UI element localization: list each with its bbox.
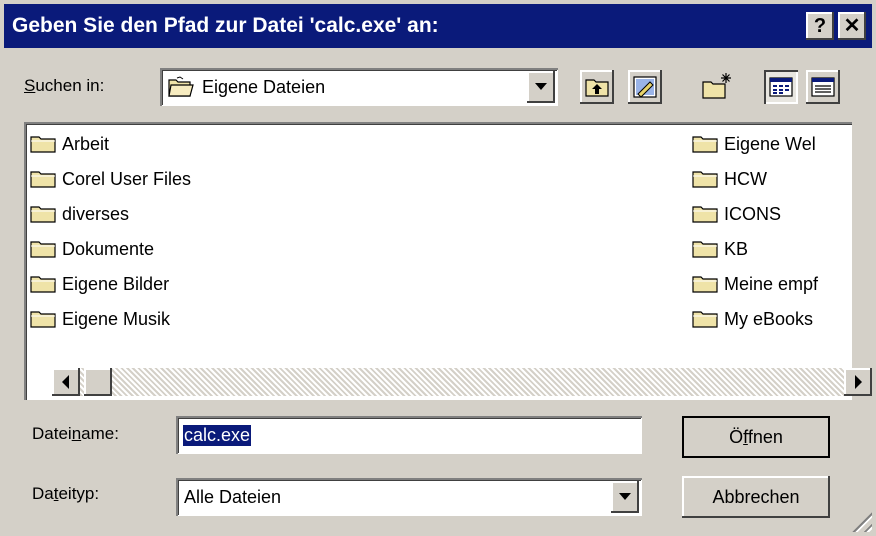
folder-icon — [30, 311, 56, 328]
title-bar: Geben Sie den Pfad zur Datei 'calc.exe' … — [4, 4, 872, 48]
filename-value: calc.exe — [183, 424, 252, 446]
folder-open-icon — [168, 76, 194, 97]
list-item[interactable]: KB — [692, 233, 748, 265]
list-item-label: Dokumente — [62, 238, 155, 259]
help-icon: ? — [813, 15, 827, 37]
folder-icon — [30, 241, 56, 258]
list-item-label: Eigene Musik — [62, 308, 171, 329]
look-in-label: Suchen in: — [24, 76, 105, 95]
filename-label: Dateiname: — [32, 424, 119, 443]
open-file-dialog: Geben Sie den Pfad zur Datei 'calc.exe' … — [0, 0, 876, 536]
list-item-label: Corel User Files — [62, 168, 192, 189]
new-folder-icon — [702, 73, 731, 99]
list-item[interactable]: diverses — [30, 198, 129, 230]
list-item-label: Arbeit — [62, 133, 110, 154]
close-icon: ✕ — [843, 15, 861, 37]
list-item-label: KB — [724, 238, 749, 259]
list-item-label: My eBooks — [724, 308, 814, 329]
list-item-label: diverses — [62, 203, 130, 224]
list-item[interactable]: Meine empf — [692, 268, 818, 300]
up-folder-icon — [585, 79, 609, 97]
arrow-left-icon — [62, 375, 69, 389]
list-item[interactable]: Eigene Wel — [692, 128, 816, 160]
folder-icon — [30, 171, 56, 188]
list-item-label: Eigene Wel — [724, 133, 816, 154]
horizontal-scrollbar[interactable] — [52, 368, 872, 396]
folder-icon — [30, 136, 56, 153]
folder-icon — [30, 276, 56, 293]
new-folder-button[interactable] — [700, 70, 734, 104]
filetype-value: Alle Dateien — [184, 486, 282, 507]
list-item[interactable]: Eigene Musik — [30, 303, 170, 335]
list-item[interactable]: HCW — [692, 163, 767, 195]
list-item-label: HCW — [724, 168, 767, 189]
folder-icon — [30, 206, 56, 223]
list-item-label: Eigene Bilder — [62, 273, 170, 294]
up-one-level-button[interactable] — [580, 70, 614, 104]
folder-icon — [692, 206, 718, 223]
details-view-icon — [811, 77, 835, 97]
list-item-label: ICONS — [724, 203, 782, 224]
cancel-button[interactable]: Abbrechen — [682, 476, 830, 518]
close-button[interactable]: ✕ — [838, 12, 866, 40]
look-in-dropdown[interactable]: Eigene Dateien — [160, 68, 558, 106]
list-item[interactable]: Eigene Bilder — [30, 268, 169, 300]
desktop-icon — [633, 76, 657, 98]
filetype-dropdown[interactable]: Alle Dateien — [176, 478, 642, 516]
scroll-left-button[interactable] — [52, 368, 80, 396]
file-list[interactable]: Arbeit Corel User Files diverses Dokumente E… — [24, 122, 872, 400]
look-in-value: Eigene Dateien — [202, 76, 326, 97]
folder-icon — [692, 276, 718, 293]
resize-grip[interactable] — [848, 508, 872, 532]
scroll-right-button[interactable] — [844, 368, 872, 396]
details-view-button[interactable] — [806, 70, 840, 104]
folder-icon — [692, 241, 718, 258]
filetype-label: Dateityp: — [32, 484, 100, 503]
list-item-label: Meine empf — [724, 273, 819, 294]
list-item[interactable]: Arbeit — [30, 128, 109, 160]
folder-icon — [692, 311, 718, 328]
folder-icon — [692, 171, 718, 188]
folder-icon — [692, 136, 718, 153]
list-item[interactable]: Dokumente — [30, 233, 154, 265]
filename-input[interactable]: calc.exe — [176, 416, 642, 454]
open-button[interactable]: Öffnen — [682, 416, 830, 458]
list-item[interactable]: Corel User Files — [30, 163, 191, 195]
chevron-down-icon[interactable] — [527, 71, 555, 103]
dialog-title: Geben Sie den Pfad zur Datei 'calc.exe' … — [12, 14, 439, 37]
list-view-icon — [769, 77, 793, 97]
arrow-right-icon — [855, 375, 862, 389]
help-button[interactable]: ? — [806, 12, 834, 40]
list-item[interactable]: My eBooks — [692, 303, 813, 335]
list-view-button[interactable] — [764, 70, 798, 104]
list-item[interactable]: ICONS — [692, 198, 781, 230]
scroll-thumb[interactable] — [84, 368, 112, 396]
desktop-button[interactable] — [628, 70, 662, 104]
chevron-down-icon[interactable] — [611, 481, 639, 513]
